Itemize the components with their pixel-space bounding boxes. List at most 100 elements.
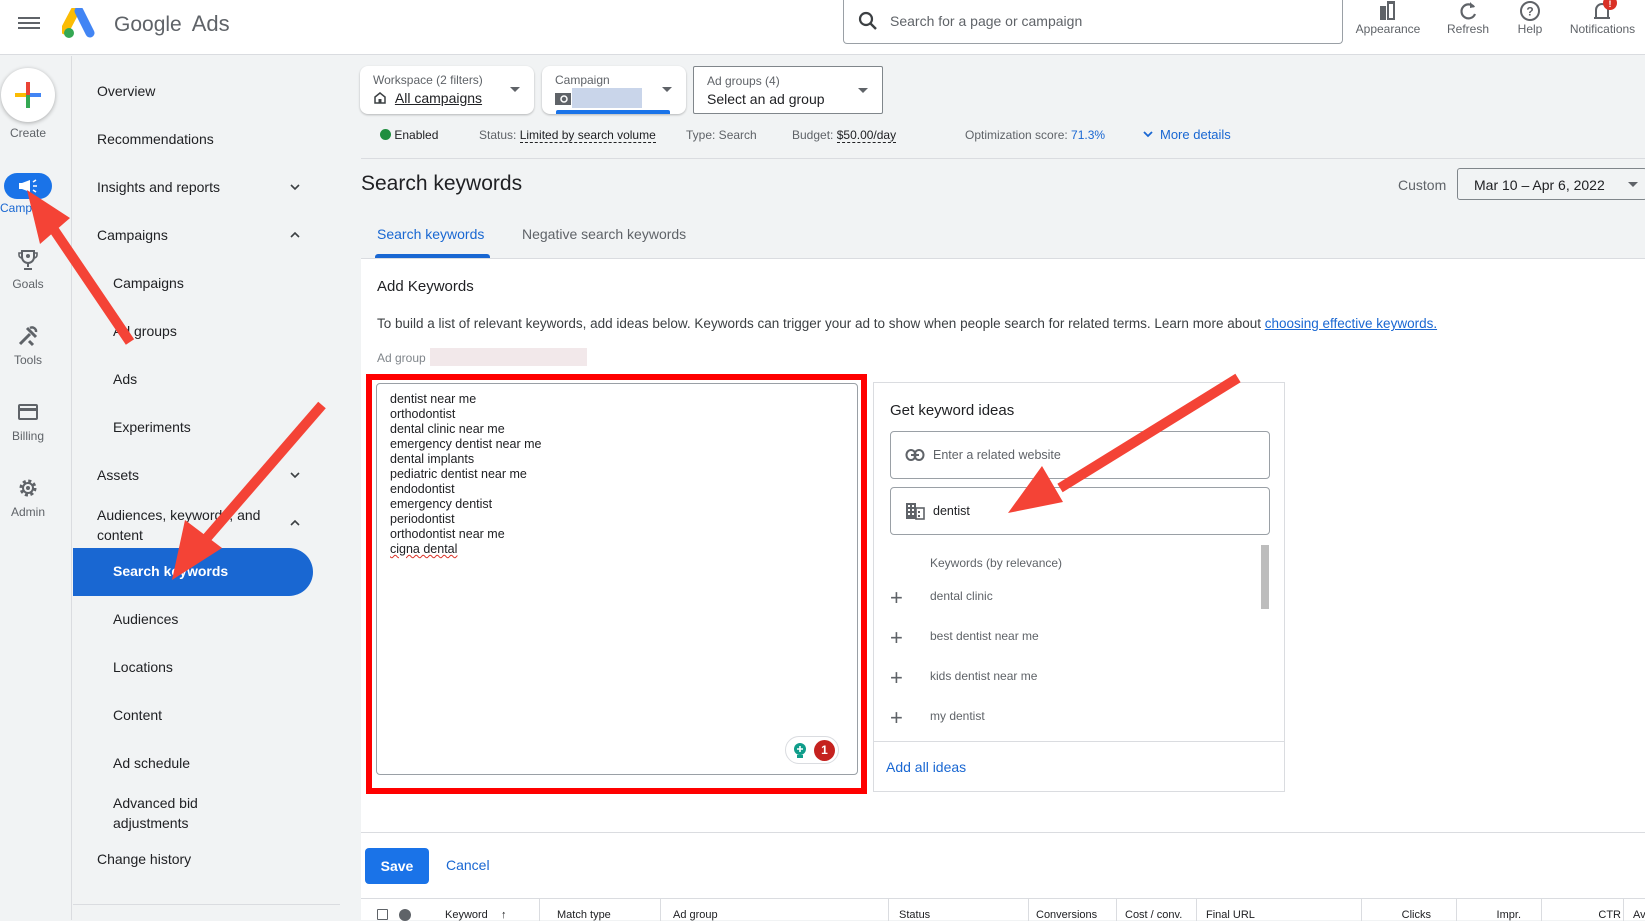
search-input[interactable]: Search for a page or campaign — [843, 0, 1343, 44]
keyword-entry: dental clinic near me — [390, 422, 505, 436]
ad-groups-filter[interactable]: Ad groups (4) Select an ad group — [693, 66, 883, 114]
keyword-entry: orthodontist near me — [390, 527, 505, 541]
add-keywords-description: To build a list of relevant keywords, ad… — [377, 316, 1438, 331]
nav-campaigns[interactable]: Campaigns — [113, 275, 353, 291]
nav-experiments[interactable]: Experiments — [113, 419, 353, 435]
optimization-score[interactable]: Optimization score: 71.3% — [965, 128, 1105, 142]
product-service-input[interactable]: dentist — [890, 487, 1270, 535]
date-range-label: Custom — [1398, 177, 1447, 193]
nav-divider — [73, 904, 340, 905]
choosing-effective-keywords-link[interactable]: choosing effective keywords. — [1265, 316, 1437, 331]
nav-campaigns-group[interactable]: Campaigns — [97, 227, 300, 243]
nav-change-history[interactable]: Change history — [97, 851, 337, 867]
tab-negative-search-keywords[interactable]: Negative search keywords — [522, 226, 686, 242]
business-building-icon — [906, 503, 925, 520]
notifications-bell-icon: ! — [1593, 0, 1617, 19]
svg-text:?: ? — [1526, 5, 1533, 19]
search-placeholder: Search for a page or campaign — [890, 13, 1083, 29]
add-idea-plus-icon[interactable]: + — [890, 585, 903, 611]
add-idea-plus-icon[interactable]: + — [890, 665, 903, 691]
nav-audiences[interactable]: Audiences — [113, 611, 353, 627]
keyword-entry: emergency dentist near me — [390, 437, 542, 451]
date-range-picker[interactable]: Mar 10 – Apr 6, 2022 — [1457, 168, 1645, 200]
column-separator — [1456, 899, 1457, 921]
column-header[interactable]: Conversions — [1036, 909, 1097, 921]
column-header[interactable]: Keyword — [445, 909, 488, 921]
appearance-button[interactable]: Appearance — [1350, 0, 1426, 52]
keyword-entry: orthodontist — [390, 407, 456, 421]
ideas-scrollbar[interactable] — [1261, 545, 1269, 609]
refresh-button[interactable]: Refresh — [1440, 0, 1496, 52]
nav-ads[interactable]: Ads — [113, 371, 353, 387]
keyword-idea-text: best dentist near me — [930, 629, 1039, 643]
rail-admin[interactable]: Admin — [0, 476, 56, 519]
campaigns-megaphone-icon — [19, 179, 37, 193]
search-icon — [858, 11, 877, 30]
column-separator — [888, 899, 889, 921]
tab-search-keywords[interactable]: Search keywords — [377, 226, 484, 242]
keyword-idea-text: my dentist — [930, 709, 985, 723]
column-separator — [1116, 899, 1117, 921]
campaign-filter[interactable]: Campaign — [542, 66, 686, 114]
workspace-filter[interactable]: Workspace (2 filters) All campaigns — [360, 66, 534, 114]
side-nav: Overview Recommendations Insights and re… — [73, 56, 340, 920]
redacted-campaign-name — [572, 88, 642, 108]
rail-tools[interactable]: Tools — [0, 324, 56, 367]
help-icon: ? — [1520, 1, 1540, 21]
related-website-input[interactable]: Enter a related website — [890, 431, 1270, 479]
redacted-ad-group-name — [430, 348, 587, 366]
nav-ad-groups[interactable]: Ad groups — [113, 323, 353, 339]
chevron-down-icon — [1143, 131, 1153, 138]
keyword-entry: periodontist — [390, 512, 455, 526]
keyword-entry: dentist near me — [390, 392, 477, 406]
keywords-by-relevance-header: Keywords (by relevance) — [930, 556, 1063, 570]
column-header[interactable]: Final URL — [1206, 909, 1255, 921]
nav-overview[interactable]: Overview — [97, 83, 337, 99]
column-header[interactable]: Status — [899, 909, 930, 921]
keyword-ideas-heading: Get keyword ideas — [890, 402, 1015, 419]
tools-icon — [18, 326, 38, 347]
add-idea-plus-icon[interactable]: + — [890, 705, 903, 731]
nav-insights-and-reports[interactable]: Insights and reports — [97, 179, 300, 195]
keywords-table-header: Keyword ↑ Match type Ad group Status Conversi… — [361, 898, 1645, 921]
campaign-status[interactable]: Status: Limited by search volume — [479, 128, 656, 143]
keywords-textarea[interactable]: dentist near me orthodontist dental clinic… — [376, 383, 858, 775]
grammar-issue-count: 1 — [814, 740, 835, 761]
add-all-ideas-button[interactable]: Add all ideas — [886, 759, 966, 775]
nav-search-keywords[interactable]: Search keywords — [73, 548, 313, 596]
enabled-status: Enabled — [380, 128, 438, 142]
select-all-checkbox[interactable] — [377, 909, 388, 920]
keyword-entry: pediatric dentist near me — [390, 467, 527, 481]
nav-assets[interactable]: Assets — [97, 467, 300, 483]
save-button[interactable]: Save — [365, 848, 429, 884]
column-separator — [1623, 899, 1624, 921]
sort-ascending-icon[interactable]: ↑ — [501, 909, 507, 921]
grammar-check-badge[interactable]: 1 — [785, 736, 839, 764]
column-header[interactable]: Ad group — [673, 909, 718, 921]
nav-locations[interactable]: Locations — [113, 659, 353, 675]
dropdown-arrow-icon — [1628, 182, 1638, 187]
create-button[interactable]: Create — [0, 68, 56, 140]
main-menu-button[interactable] — [18, 14, 40, 32]
actions-divider — [361, 832, 1645, 833]
help-button[interactable]: ? Help — [1510, 0, 1550, 52]
nav-advanced-bid-adjustments[interactable]: Advanced bid adjustments — [113, 793, 353, 833]
rail-campaigns[interactable]: Camp — [0, 173, 56, 215]
campaign-budget[interactable]: Budget: $50.00/day — [792, 128, 897, 143]
add-idea-plus-icon[interactable]: + — [890, 625, 903, 651]
column-header[interactable]: Cost / conv. — [1125, 909, 1182, 921]
column-header[interactable]: CTR — [1598, 909, 1621, 921]
column-header[interactable]: Match type — [557, 909, 611, 921]
column-header[interactable]: Av — [1633, 909, 1645, 921]
column-header[interactable]: Clicks — [1402, 909, 1431, 921]
nav-ad-schedule[interactable]: Ad schedule — [113, 755, 353, 771]
column-header[interactable]: Impr. — [1497, 909, 1521, 921]
notifications-button[interactable]: ! Notifications — [1560, 0, 1645, 52]
nav-content[interactable]: Content — [113, 707, 353, 723]
rail-goals[interactable]: Goals — [0, 248, 56, 291]
cancel-button[interactable]: Cancel — [446, 857, 490, 873]
more-details-button[interactable]: More details — [1142, 127, 1231, 142]
rail-billing[interactable]: Billing — [0, 400, 56, 443]
nav-audiences-keywords-content[interactable]: Audiences, keywords, and content — [97, 505, 300, 545]
nav-recommendations[interactable]: Recommendations — [97, 131, 337, 147]
